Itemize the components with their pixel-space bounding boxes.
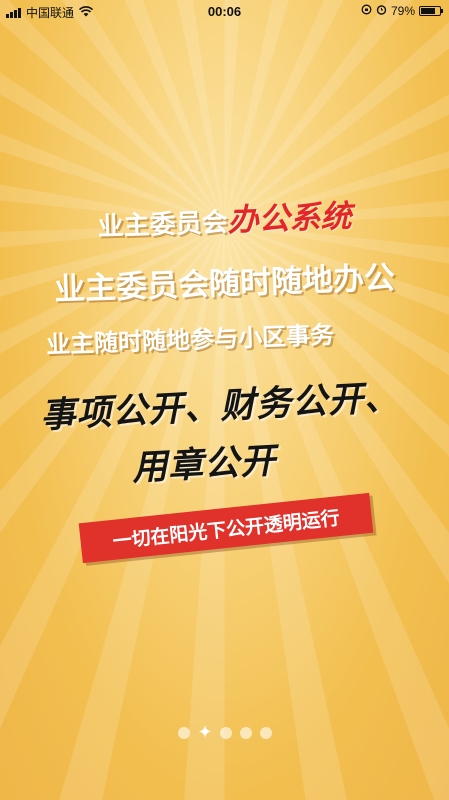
battery-percent: 79% [390, 4, 415, 18]
page-dot[interactable] [177, 727, 190, 739]
page-dot[interactable] [239, 727, 252, 739]
orientation-lock-icon [361, 4, 372, 18]
headline-system: 业主委员会办公系统 [0, 187, 449, 248]
page-dot[interactable] [219, 727, 232, 739]
page-dot-active[interactable]: ✦ [198, 724, 213, 742]
headline-highlight: 办公系统 [226, 198, 353, 239]
subheadline-anywhere: 业主委员会随时随地办公 [53, 260, 396, 308]
page-dot[interactable] [259, 727, 272, 739]
alarm-icon [376, 4, 387, 18]
feature-line-1: 事项公开、财务公开、 [39, 377, 401, 437]
page-indicator[interactable]: ✦ [0, 724, 449, 742]
subheadline-participate: 业主随时随地参与小区事务 [45, 320, 335, 360]
slogan-banner: 一切在阳光下公开透明运行 [78, 492, 374, 564]
battery-icon [419, 6, 443, 16]
headline-prefix: 业主委员会 [97, 207, 229, 243]
slogan-text: 一切在阳光下公开透明运行 [111, 506, 341, 553]
feature-line-2: 用章公开 [131, 441, 278, 489]
status-bar: 中国联通 00:06 79% [0, 0, 449, 22]
status-right: 79% [361, 4, 443, 18]
